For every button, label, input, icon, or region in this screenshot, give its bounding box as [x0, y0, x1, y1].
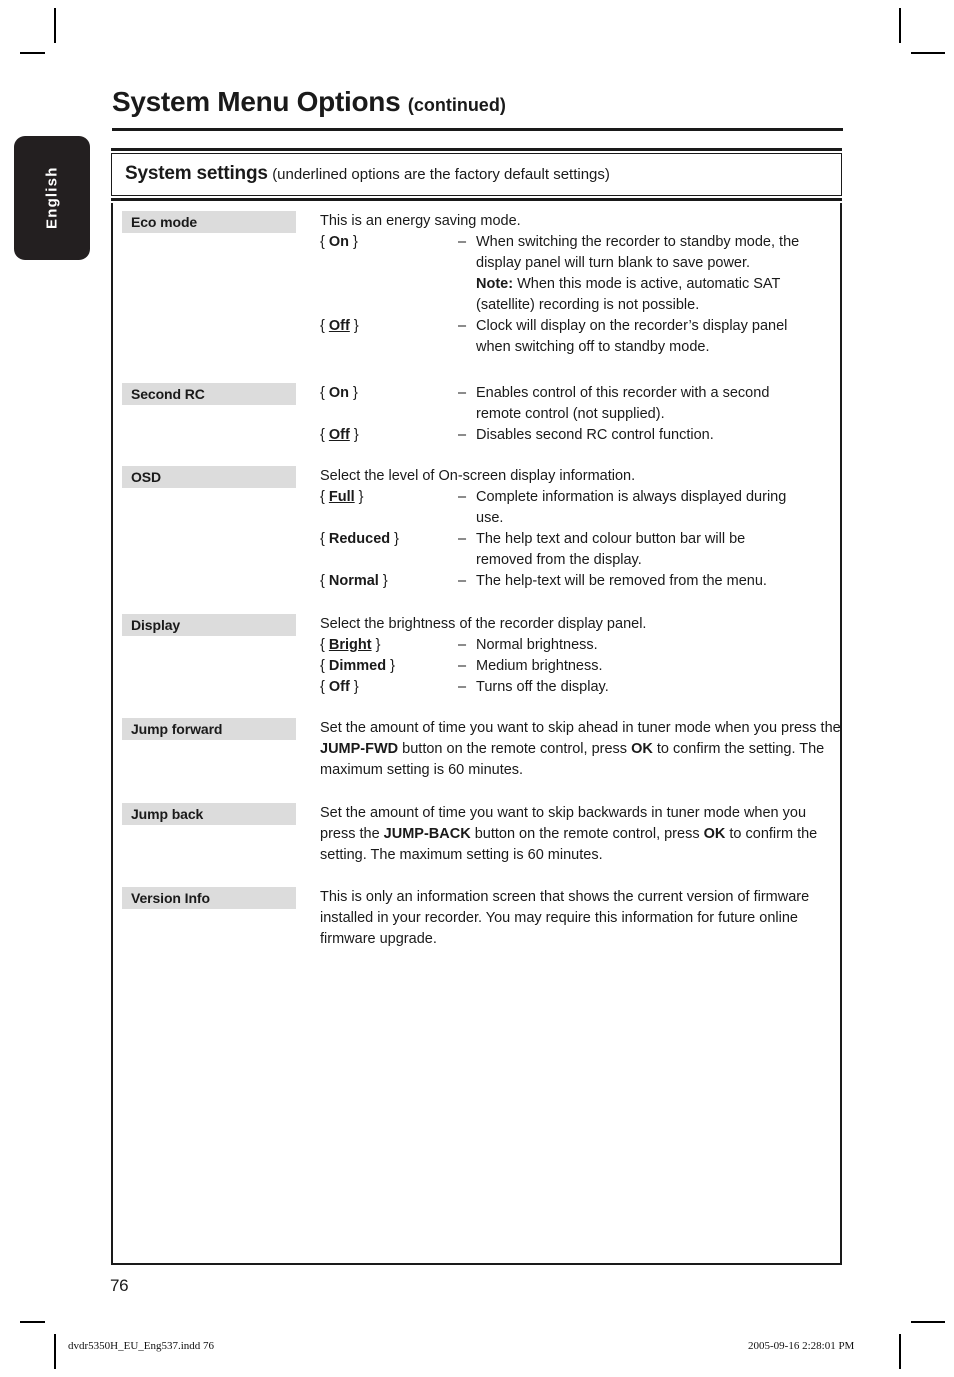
settings-option-description: The help text and colour button bar will… [476, 531, 746, 568]
crop-mark-bottom-right-horizontal [911, 1321, 945, 1323]
crop-mark-bottom-left-horizontal [20, 1321, 45, 1323]
settings-option-dash: – [458, 679, 467, 695]
settings-option-dash: – [458, 531, 467, 547]
settings-option-dash: – [458, 318, 467, 334]
crop-mark-top-right-horizontal [911, 52, 945, 54]
settings-option: { Bright } – Normal brightness. [320, 635, 842, 656]
settings-option-description: The help-text will be removed from the m… [476, 573, 767, 589]
settings-row-paragraph: Set the amount of time you want to skip … [320, 720, 841, 778]
language-tab-label: English [43, 166, 61, 230]
settings-option-value: { Dimmed } [320, 658, 395, 674]
language-tab: English [14, 136, 90, 260]
settings-option-description: Medium brightness. [476, 658, 603, 674]
settings-option: { Full } – Complete information is always … [320, 487, 842, 529]
settings-option: { Off } – Turns off the display. [320, 677, 842, 698]
settings-row-label: Second RC [122, 383, 296, 405]
settings-row-body: This is only an information screen that … [320, 887, 842, 950]
settings-option-value: { Off } [320, 427, 359, 443]
settings-row-intro: Select the brightness of the recorder di… [320, 616, 647, 632]
settings-row-label: Jump back [122, 803, 296, 825]
settings-header-box: System settings (underlined options are … [111, 148, 842, 201]
crop-mark-top-left-horizontal [20, 52, 45, 54]
settings-option-value: { On } [320, 234, 358, 250]
settings-row-body: Set the amount of time you want to skip … [320, 803, 842, 866]
page-title-continued: (continued) [407, 95, 506, 115]
settings-row-body: This is an energy saving mode. { On } – Whe… [320, 211, 842, 358]
settings-option: { Reduced } – The help text and colour but… [320, 529, 842, 571]
settings-option-description: Disables second RC control function. [476, 427, 714, 443]
crop-mark-top-right-vertical [899, 8, 901, 43]
settings-row-label: Eco mode [122, 211, 296, 233]
footer-file-name: dvdr5350H_EU_Eng537.indd 76 [68, 1340, 215, 1352]
settings-row-label: Jump forward [122, 718, 296, 740]
footer-timestamp: 2005-09-16 2:28:01 PM [748, 1340, 855, 1352]
settings-row-body: { On } – Enables control of this recorder … [320, 383, 842, 446]
settings-option: { Dimmed } – Medium brightness. [320, 656, 842, 677]
settings-option-value: { Off } [320, 679, 359, 695]
settings-header-note: (underlined options are the factory defa… [272, 166, 610, 183]
settings-option-value: { Bright } [320, 637, 381, 653]
settings-header-inner: System settings (underlined options are … [111, 153, 842, 196]
settings-option: { On } – Enables control of this recorder … [320, 383, 842, 425]
settings-option-value: { Off } [320, 318, 359, 334]
crop-mark-bottom-right-vertical [899, 1334, 901, 1369]
settings-option-value: { Full } [320, 489, 364, 505]
page-number: 76 [110, 1276, 129, 1295]
settings-option-description: When switching the recorder to standby m… [476, 234, 800, 313]
settings-option-description: Normal brightness. [476, 637, 598, 653]
settings-option-dash: – [458, 489, 467, 505]
settings-row-body: Select the brightness of the recorder di… [320, 614, 842, 698]
settings-option-dash: – [458, 637, 467, 653]
settings-option-description: Turns off the display. [476, 679, 609, 695]
settings-row-label: Version Info [122, 887, 296, 909]
page-title-main: System Menu Options [112, 86, 401, 117]
settings-row-intro: This is an energy saving mode. [320, 213, 521, 229]
settings-option-dash: – [458, 234, 467, 250]
settings-option: { Normal } – The help-text will be removed… [320, 571, 842, 592]
settings-option-description: Clock will display on the recorder’s dis… [476, 318, 788, 355]
settings-row-paragraph: Set the amount of time you want to skip … [320, 805, 818, 863]
settings-row-label: OSD [122, 466, 296, 488]
settings-option-dash: – [458, 385, 467, 401]
settings-row-paragraph: This is only an information screen that … [320, 889, 810, 947]
settings-option-value: { On } [320, 385, 358, 401]
settings-option: { Off } – Clock will display on the record… [320, 316, 842, 358]
settings-option-value: { Reduced } [320, 531, 399, 547]
settings-row-label: Display [122, 614, 296, 636]
settings-option-description: Complete information is always displayed… [476, 489, 787, 526]
settings-option: { Off } – Disables second RC control funct… [320, 425, 842, 446]
page-title: System Menu Options (continued) [112, 86, 842, 118]
settings-row-intro: Select the level of On-screen display in… [320, 468, 636, 484]
settings-option: { On } – When switching the recorder to st… [320, 232, 842, 316]
settings-row-body: Set the amount of time you want to skip … [320, 718, 842, 781]
settings-option-value: { Normal } [320, 573, 388, 589]
settings-option-description: Enables control of this recorder with a … [476, 385, 770, 422]
settings-option-dash: – [458, 427, 467, 443]
settings-row-body: Select the level of On-screen display in… [320, 466, 842, 592]
title-underline-rule [112, 128, 843, 131]
crop-mark-top-left-vertical [54, 8, 56, 43]
settings-option-dash: – [458, 573, 467, 589]
crop-mark-bottom-left-vertical [54, 1334, 56, 1369]
settings-table-frame: Eco mode This is an energy saving mode. { … [111, 203, 842, 1265]
settings-option-dash: – [458, 658, 467, 674]
settings-header-title: System settings [125, 163, 268, 184]
settings-option-note-label: Note: [476, 276, 514, 292]
